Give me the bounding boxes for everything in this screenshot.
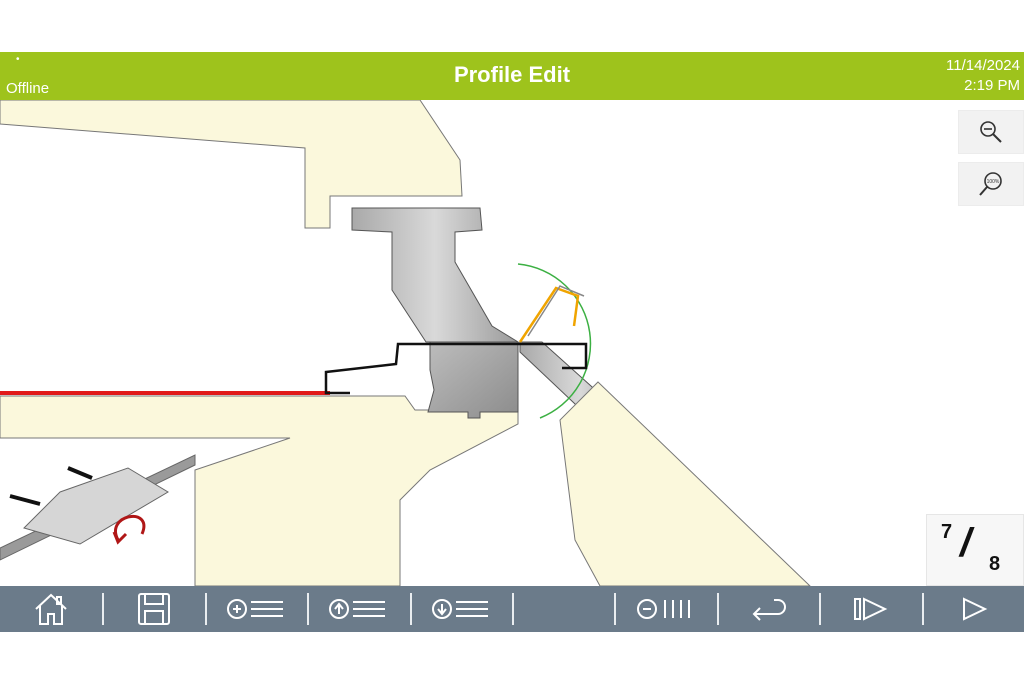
upper-punch xyxy=(351,207,520,343)
empty-toolbar-slot xyxy=(512,586,614,632)
header-bar: • Offline Profile Edit 11/14/2024 2:19 P… xyxy=(0,52,1024,100)
delete-bends-button[interactable] xyxy=(614,586,716,632)
bottom-toolbar xyxy=(0,586,1024,632)
zoom-100-label: 100% xyxy=(987,179,1000,185)
status-indicator: • xyxy=(16,54,20,65)
move-bend-down-icon xyxy=(431,599,488,619)
move-bend-up-button[interactable] xyxy=(307,586,409,632)
step-forward-button[interactable] xyxy=(819,586,921,632)
play-button[interactable] xyxy=(921,586,1024,632)
bend-thumbnail xyxy=(0,454,196,561)
save-icon xyxy=(137,593,170,625)
add-bend-icon xyxy=(227,599,284,619)
delete-bends-icon xyxy=(636,599,690,619)
zoom-reset-button[interactable]: 100% xyxy=(958,162,1024,206)
undo-icon xyxy=(752,599,787,621)
add-bend-button[interactable] xyxy=(204,586,307,632)
date-time: 11/14/2024 2:19 PM xyxy=(946,56,1020,96)
save-button[interactable] xyxy=(102,586,204,632)
step-indicator: 7 / 8 xyxy=(926,514,1024,586)
zoom-100-icon: 100% xyxy=(979,172,1002,196)
home-button[interactable] xyxy=(0,586,102,632)
move-bend-down-button[interactable] xyxy=(409,586,512,632)
step-separator: / xyxy=(960,521,972,565)
play-icon xyxy=(962,597,988,621)
zoom-out-button[interactable] xyxy=(958,110,1024,154)
date-label: 11/14/2024 xyxy=(946,57,1020,74)
undo-button[interactable] xyxy=(716,586,819,632)
bend-simulation-canvas[interactable] xyxy=(0,100,1024,586)
zoom-out-icon xyxy=(980,121,1002,143)
step-forward-icon xyxy=(854,597,888,621)
home-icon xyxy=(35,593,67,625)
move-bend-up-icon xyxy=(329,599,386,619)
right-frame xyxy=(559,381,811,586)
total-steps: 8 xyxy=(989,553,1001,575)
lower-die xyxy=(427,341,519,419)
connection-status: Offline xyxy=(6,80,50,97)
time-label: 2:19 PM xyxy=(964,77,1020,94)
page-title: Profile Edit xyxy=(453,62,571,87)
current-step: 7 xyxy=(941,521,953,543)
